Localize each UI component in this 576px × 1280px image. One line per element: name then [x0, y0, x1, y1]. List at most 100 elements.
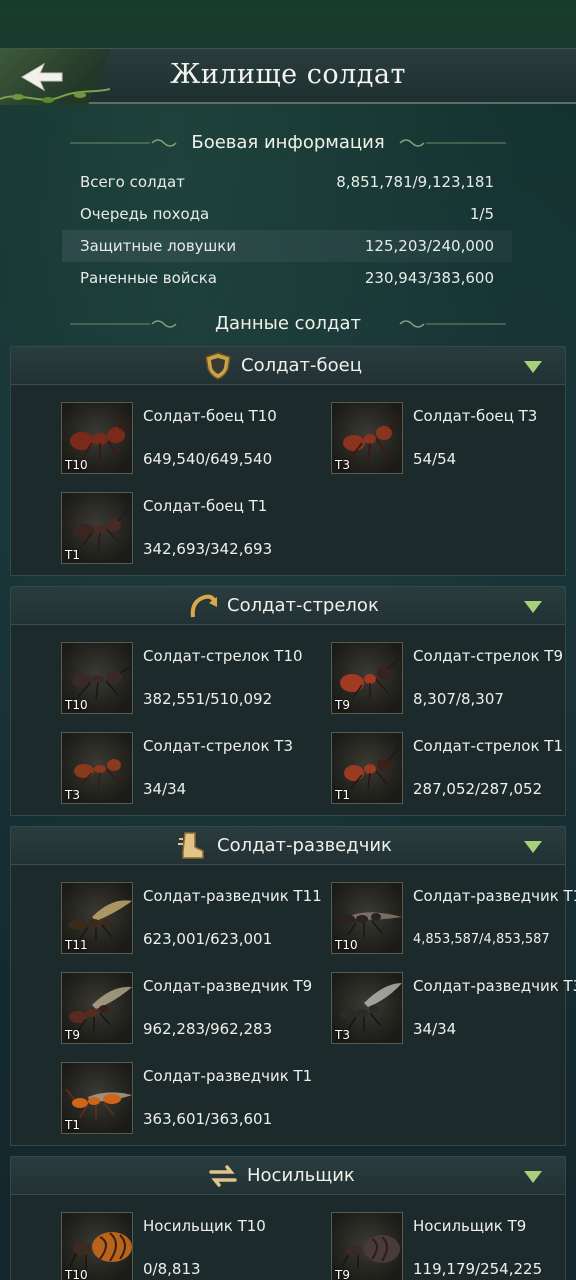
- unit-count: 342,693/342,693: [143, 540, 273, 558]
- swap-icon: [209, 1165, 237, 1187]
- unit-name: Солдат-боец T1: [143, 497, 268, 515]
- unit-count: 0/8,813: [143, 1260, 201, 1278]
- header-bar: Жилище солдат: [0, 48, 576, 105]
- unit-count: 34/34: [413, 1020, 457, 1038]
- unit-card[interactable]: T9 Носильщик T9 119,179/254,225: [331, 1212, 576, 1280]
- chevron-down-icon[interactable]: [523, 1170, 543, 1184]
- arrow-icon: [190, 594, 217, 618]
- unit-count: 119,179/254,225: [413, 1260, 543, 1278]
- unit-name: Солдат-стрелок T9: [413, 647, 563, 665]
- unit-thumbnail: T3: [331, 972, 403, 1044]
- unit-card[interactable]: T1 Солдат-стрелок T1 287,052/287,052: [331, 732, 576, 812]
- tier-badge: T9: [335, 698, 350, 712]
- boot-icon: [178, 832, 204, 859]
- tier-badge: T3: [65, 788, 80, 802]
- unit-name: Солдат-стрелок T1: [413, 737, 563, 755]
- heading-ornament-right: [399, 139, 506, 147]
- unit-name: Солдат-разведчик T1: [143, 1067, 313, 1085]
- unit-count: 363,601/363,601: [143, 1110, 273, 1128]
- unit-thumbnail: T10: [61, 402, 133, 474]
- category-header[interactable]: Солдат-боец: [11, 347, 565, 385]
- category-header[interactable]: Солдат-разведчик: [11, 827, 565, 865]
- chevron-down-icon[interactable]: [523, 600, 543, 614]
- unit-card[interactable]: T10 Носильщик T10 0/8,813: [61, 1212, 321, 1280]
- info-value: 8,851,781/9,123,181: [336, 173, 494, 191]
- info-value: 125,203/240,000: [364, 237, 494, 255]
- top-decoration: [0, 0, 576, 50]
- tier-badge: T3: [335, 458, 350, 472]
- unit-name: Солдат-боец T10: [143, 407, 277, 425]
- tier-badge: T10: [65, 458, 88, 472]
- category-title: Солдат-стрелок: [227, 595, 379, 616]
- tier-badge: T11: [65, 938, 88, 952]
- unit-count: 962,283/962,283: [143, 1020, 273, 1038]
- unit-thumbnail: T9: [61, 972, 133, 1044]
- tier-badge: T1: [335, 788, 350, 802]
- tier-badge: T3: [335, 1028, 350, 1042]
- unit-count: 54/54: [413, 450, 457, 468]
- tier-badge: T10: [335, 938, 358, 952]
- tier-badge: T9: [335, 1268, 350, 1280]
- unit-name: Солдат-разведчик T3: [413, 977, 576, 995]
- unit-thumbnail: T9: [331, 1212, 403, 1280]
- info-label: Раненные войска: [80, 269, 217, 287]
- heading-ornament-right: [399, 320, 506, 328]
- chevron-down-icon[interactable]: [523, 360, 543, 374]
- unit-thumbnail: T3: [331, 402, 403, 474]
- unit-count: 4,853,587/4,853,587: [413, 932, 550, 947]
- unit-card[interactable]: T1 Солдат-боец T1 342,693/342,693: [61, 492, 321, 572]
- unit-card[interactable]: T10 Солдат-стрелок T10 382,551/510,092: [61, 642, 321, 722]
- category-scout: Солдат-разведчик T11 Солдат-разведчик T1…: [10, 826, 576, 1146]
- unit-count: 623,001/623,001: [143, 930, 273, 948]
- category-header[interactable]: Солдат-стрелок: [11, 587, 565, 625]
- unit-card[interactable]: T11 Солдат-разведчик T11 623,001/623,001: [61, 882, 322, 962]
- tier-badge: T1: [65, 1118, 80, 1132]
- unit-card[interactable]: T9 Солдат-стрелок T9 8,307/8,307: [331, 642, 576, 722]
- unit-name: Носильщик T10: [143, 1217, 266, 1235]
- unit-count: 382,551/510,092: [143, 690, 273, 708]
- unit-card[interactable]: T3 Солдат-стрелок T3 34/34: [61, 732, 321, 812]
- info-value: 230,943/383,600: [364, 269, 494, 287]
- unit-count: 8,307/8,307: [413, 690, 504, 708]
- info-label: Всего солдат: [80, 173, 185, 191]
- tier-badge: T1: [65, 548, 80, 562]
- info-row-march-queue: Очередь похода 1/5: [62, 198, 512, 230]
- unit-card[interactable]: T3 Солдат-разведчик T3 34/34: [331, 972, 576, 1052]
- unit-count: 649,540/649,540: [143, 450, 273, 468]
- tier-badge: T10: [65, 1268, 88, 1280]
- unit-card[interactable]: T10 Солдат-боец T10 649,540/649,540: [61, 402, 321, 482]
- vine-decoration: [0, 88, 110, 103]
- info-label: Очередь похода: [80, 205, 210, 223]
- unit-card[interactable]: T10 Солдат-разведчик T10 4,853,587/4,853…: [331, 882, 576, 962]
- category-title: Носильщик: [247, 1165, 355, 1186]
- category-archer: Солдат-стрелок T10 Солдат-стрелок T10 38…: [10, 586, 566, 816]
- unit-name: Солдат-разведчик T11: [143, 887, 322, 905]
- unit-thumbnail: T3: [61, 732, 133, 804]
- unit-name: Носильщик T9: [413, 1217, 527, 1235]
- unit-thumbnail: T1: [61, 1062, 133, 1134]
- unit-count: 287,052/287,052: [413, 780, 543, 798]
- unit-card[interactable]: T9 Солдат-разведчик T9 962,283/962,283: [61, 972, 321, 1052]
- unit-name: Солдат-стрелок T3: [143, 737, 293, 755]
- category-header[interactable]: Носильщик: [11, 1157, 565, 1195]
- unit-thumbnail: T9: [331, 642, 403, 714]
- unit-name: Солдат-стрелок T10: [143, 647, 303, 665]
- category-title: Солдат-боец: [241, 355, 362, 376]
- unit-thumbnail: T1: [61, 492, 133, 564]
- chevron-down-icon[interactable]: [523, 840, 543, 854]
- info-value: 1/5: [469, 205, 494, 223]
- category-carrier: Носильщик T10 Носильщик T10 0/8,813 T9 Н…: [10, 1156, 566, 1280]
- unit-thumbnail: T11: [61, 882, 133, 954]
- unit-card[interactable]: T3 Солдат-боец T3 54/54: [331, 402, 576, 482]
- info-row-wounded: Раненные войска 230,943/383,600: [62, 262, 512, 294]
- unit-thumbnail: T10: [331, 882, 403, 954]
- info-row-traps: Защитные ловушки 125,203/240,000: [62, 230, 512, 262]
- unit-card[interactable]: T1 Солдат-разведчик T1 363,601/363,601: [61, 1062, 321, 1142]
- unit-count: 34/34: [143, 780, 187, 798]
- info-label: Защитные ловушки: [80, 237, 237, 255]
- unit-thumbnail: T1: [331, 732, 403, 804]
- page-title: Жилище солдат: [170, 59, 406, 90]
- tier-badge: T9: [65, 1028, 80, 1042]
- category-fighter: Солдат-боец T10 Солдат-боец T10 649,540/…: [10, 346, 566, 576]
- category-title: Солдат-разведчик: [217, 835, 392, 856]
